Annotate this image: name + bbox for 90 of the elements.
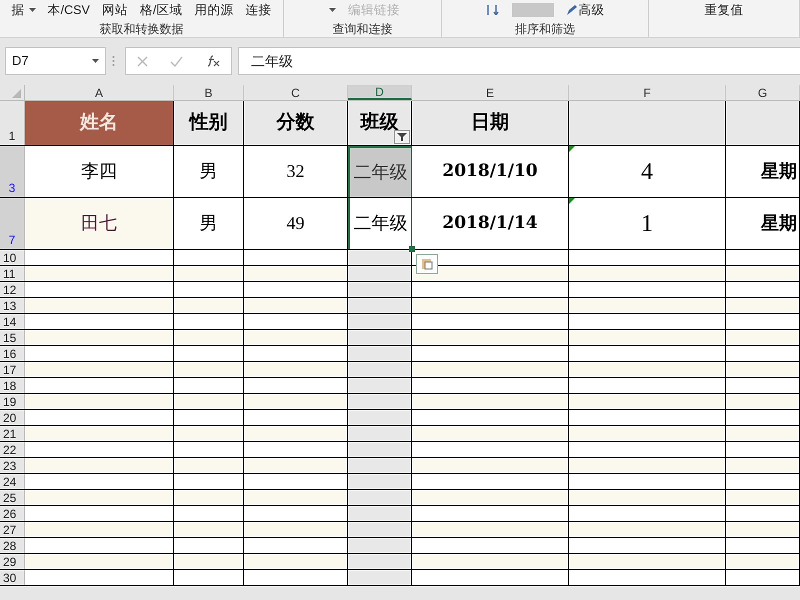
table-cell[interactable]: 二年级: [348, 146, 412, 197]
cell-text: 32: [286, 160, 304, 183]
cell-text: 分数: [276, 110, 314, 135]
paste-options-button[interactable]: [416, 254, 438, 274]
row-header[interactable]: 10: [0, 250, 25, 265]
check-icon[interactable]: [170, 56, 184, 66]
row-header[interactable]: 1: [0, 101, 25, 145]
table-cell[interactable]: 日期: [412, 101, 569, 145]
cell-text: 2018/1/14: [442, 212, 538, 235]
column-header[interactable]: G: [726, 85, 800, 100]
group-label: 查询和连接: [332, 20, 392, 38]
group-label: 排序和筛选: [515, 20, 575, 38]
corner-triangle-icon: [12, 89, 21, 98]
cell-text: 星期: [761, 212, 797, 235]
table-cell[interactable]: 分数: [244, 101, 348, 145]
caret-icon: [28, 8, 36, 12]
row-header[interactable]: 27: [0, 522, 25, 537]
table-cell[interactable]: 二年级: [348, 198, 412, 249]
cell-text: 李四: [81, 160, 117, 183]
drag-handle-icon: [112, 55, 115, 67]
group-label: 获取和转换数据: [100, 20, 184, 38]
row-header[interactable]: 21: [0, 426, 25, 441]
row-header[interactable]: 23: [0, 458, 25, 473]
cell-text: 班级: [360, 110, 398, 135]
row-header[interactable]: 28: [0, 538, 25, 553]
column-header[interactable]: F: [569, 85, 726, 100]
row-header[interactable]: 11: [0, 266, 25, 281]
row-header[interactable]: 16: [0, 346, 25, 361]
row-header[interactable]: 24: [0, 474, 25, 489]
row-header[interactable]: 17: [0, 362, 25, 377]
pencil-icon: [566, 4, 576, 16]
ribbon-button[interactable]: 格/区域: [140, 1, 182, 20]
row-header[interactable]: 18: [0, 378, 25, 393]
row-header[interactable]: 15: [0, 330, 25, 345]
table-cell[interactable]: 田七: [25, 198, 174, 249]
row-header[interactable]: 7: [0, 198, 25, 249]
cell-text: 二年级: [354, 161, 408, 184]
fill-handle[interactable]: [409, 246, 415, 252]
cell-text: 二年级: [354, 212, 408, 235]
row-header[interactable]: 25: [0, 490, 25, 505]
filter-button[interactable]: [394, 130, 410, 144]
filter-icon: [397, 133, 407, 141]
ribbon-button[interactable]: 网站: [102, 1, 128, 20]
row-header[interactable]: 3: [0, 146, 25, 197]
column-header[interactable]: A: [25, 85, 174, 100]
ribbon-button[interactable]: 用的源: [194, 1, 234, 20]
caret-icon: [92, 59, 99, 63]
table-cell[interactable]: 1: [569, 198, 726, 249]
function-icon[interactable]: [206, 55, 220, 67]
button-placeholder: [512, 3, 554, 18]
ribbon-button[interactable]: 本/CSV: [48, 1, 90, 20]
clipboard-icon: [421, 258, 433, 270]
caret-icon: [329, 8, 336, 12]
sort-icon: [486, 5, 500, 16]
column-header[interactable]: E: [412, 85, 569, 100]
row-header[interactable]: 13: [0, 298, 25, 313]
row-header[interactable]: 29: [0, 554, 25, 569]
row-header[interactable]: 19: [0, 394, 25, 409]
ribbon-button[interactable]: 高级: [566, 1, 604, 20]
formula-input[interactable]: 二年级: [238, 47, 800, 75]
cell-reference: D7: [12, 52, 29, 70]
table-cell[interactable]: 班级: [348, 101, 412, 145]
cell-text: 姓名: [80, 110, 118, 135]
table-cell[interactable]: 性别: [174, 101, 244, 145]
cell-text: 49: [286, 212, 304, 235]
cell-text: 男: [200, 212, 218, 235]
row-header[interactable]: 26: [0, 506, 25, 521]
row-header[interactable]: 22: [0, 442, 25, 457]
cell-text: 田七: [81, 212, 117, 235]
row-header[interactable]: 30: [0, 570, 25, 585]
column-header[interactable]: D: [348, 85, 412, 100]
ribbon-button[interactable]: 据: [12, 1, 36, 20]
cell-text: 2018/1/10: [442, 160, 538, 183]
cell-text: 1: [641, 210, 653, 238]
row-header[interactable]: 14: [0, 314, 25, 329]
cell-text: 性别: [190, 110, 228, 135]
table-cell[interactable]: 4: [569, 146, 726, 197]
column-header[interactable]: B: [174, 85, 244, 100]
cell-text: 日期: [471, 110, 509, 135]
name-box[interactable]: D7: [5, 47, 106, 75]
cancel-icon[interactable]: [137, 56, 148, 66]
row-header[interactable]: 12: [0, 282, 25, 297]
cell-text: 4: [641, 158, 653, 186]
ribbon-button[interactable]: 连接: [245, 1, 272, 20]
formula-value: 二年级: [251, 52, 293, 70]
row-header[interactable]: 20: [0, 410, 25, 425]
table-cell[interactable]: 姓名: [25, 101, 174, 145]
cell-text: 星期: [761, 160, 797, 183]
cell-text: 男: [200, 160, 218, 183]
ribbon-button[interactable]: 重复值: [704, 1, 744, 20]
